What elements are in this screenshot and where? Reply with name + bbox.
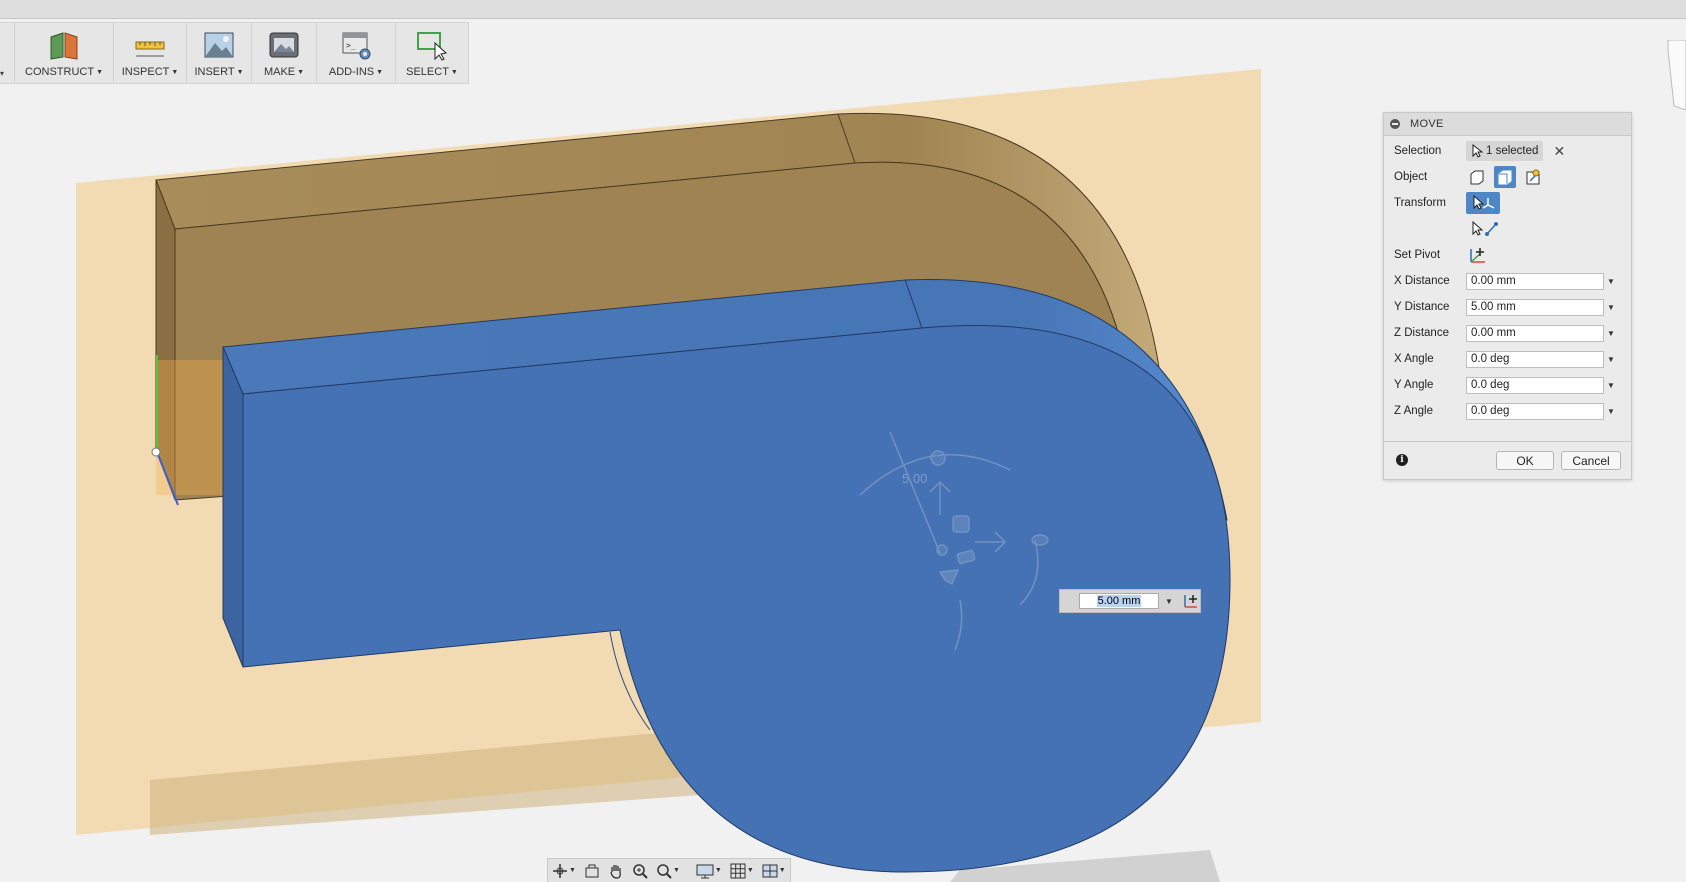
- fit-menu[interactable]: ▼: [656, 863, 680, 879]
- pan-button[interactable]: [608, 863, 624, 879]
- image-icon: [204, 32, 234, 58]
- grid-settings-menu[interactable]: ▼: [730, 863, 754, 879]
- select-menu[interactable]: SELECT ▼: [396, 23, 468, 83]
- body-icon[interactable]: [1494, 166, 1516, 188]
- ribbon-toolbar: ▾ CONSTRUCT ▼ INSPECT ▼ INSERT ▼ MAKE ▼ …: [0, 22, 469, 84]
- z-distance-dropdown[interactable]: ▼: [1607, 329, 1615, 338]
- monitor-icon: [696, 864, 714, 878]
- set-pivot-icon[interactable]: [1183, 593, 1199, 609]
- floating-distance-input[interactable]: 5.00 mm: [1079, 593, 1159, 609]
- zoom-icon: [633, 863, 648, 879]
- transform-row: Transform: [1384, 192, 1631, 214]
- y-distance-dropdown[interactable]: ▼: [1607, 303, 1615, 312]
- zoom-button[interactable]: [632, 863, 648, 879]
- z-angle-row: Z Angle 0.0 deg ▼: [1384, 400, 1631, 422]
- x-angle-row: X Angle 0.0 deg ▼: [1384, 348, 1631, 370]
- look-at-button[interactable]: [584, 863, 600, 879]
- navigation-bar: ▼ ▼ ▼ ▼ ▼: [547, 858, 791, 882]
- ruler-icon: [135, 41, 165, 57]
- 3d-print-icon: [269, 32, 299, 58]
- y-angle-input[interactable]: 0.0 deg: [1466, 376, 1604, 394]
- orbit-menu[interactable]: ▼: [552, 863, 576, 879]
- z-angle-dropdown[interactable]: ▼: [1607, 407, 1615, 416]
- make-menu[interactable]: MAKE ▼: [252, 23, 317, 83]
- display-settings-menu[interactable]: ▼: [696, 863, 722, 879]
- selection-row: Selection 1 selected ✕: [1394, 141, 1566, 161]
- collapse-icon[interactable]: [1390, 119, 1400, 129]
- viewports-icon: [762, 864, 778, 877]
- x-distance-input[interactable]: 0.00 mm: [1466, 272, 1604, 290]
- cursor-icon: [1472, 144, 1483, 158]
- x-distance-dropdown[interactable]: ▼: [1607, 277, 1615, 286]
- x-angle-input[interactable]: 0.0 deg: [1466, 350, 1604, 368]
- y-angle-dropdown[interactable]: ▼: [1607, 381, 1615, 390]
- object-row: Object: [1384, 166, 1631, 188]
- set-pivot-row: Set Pivot: [1384, 244, 1631, 266]
- component-icon[interactable]: [1522, 166, 1544, 188]
- z-distance-input[interactable]: 0.00 mm: [1466, 324, 1604, 342]
- y-angle-row: Y Angle 0.0 deg ▼: [1384, 374, 1631, 396]
- floating-distance-box: 5.00 mm ▼: [1059, 589, 1201, 613]
- y-distance-input[interactable]: 5.00 mm: [1466, 298, 1604, 316]
- svg-text:>_: >_: [346, 41, 356, 50]
- dialog-footer: i OK Cancel: [1384, 441, 1631, 479]
- moved-body-left: [222, 346, 244, 668]
- move-dialog: MOVE Selection 1 selected ✕ Object Trans…: [1383, 112, 1632, 480]
- face-icon[interactable]: [1466, 166, 1488, 188]
- add-ins-menu[interactable]: >_ ADD-INS ▼: [317, 23, 396, 83]
- select-window-icon: [417, 32, 448, 61]
- z-angle-input[interactable]: 0.0 deg: [1466, 402, 1604, 420]
- look-at-icon: [585, 864, 599, 877]
- set-pivot-icon[interactable]: [1468, 246, 1488, 264]
- transform-row-2: [1384, 218, 1631, 240]
- toolbar-overflow[interactable]: ▾: [0, 23, 15, 83]
- viewports-menu[interactable]: ▼: [762, 863, 786, 879]
- construct-menu[interactable]: CONSTRUCT ▼: [15, 23, 114, 83]
- floating-distance-dropdown[interactable]: ▼: [1165, 597, 1173, 606]
- selection-chip[interactable]: 1 selected: [1466, 141, 1544, 161]
- hand-icon: [610, 864, 621, 879]
- manipulator-distance-label: 5.00: [902, 471, 927, 486]
- free-move-icon[interactable]: [1466, 192, 1500, 214]
- orbit-icon: [553, 863, 567, 878]
- move-dialog-header[interactable]: MOVE: [1384, 113, 1631, 136]
- ok-button[interactable]: OK: [1496, 451, 1554, 470]
- inspect-menu[interactable]: INSPECT ▼: [114, 23, 187, 83]
- cancel-button[interactable]: Cancel: [1561, 451, 1621, 470]
- x-angle-dropdown[interactable]: ▼: [1607, 355, 1615, 364]
- z-distance-row: Z Distance 0.00 mm ▼: [1384, 322, 1631, 344]
- insert-menu[interactable]: INSERT ▼: [187, 23, 252, 83]
- construct-plane-icon: [50, 32, 78, 60]
- info-icon[interactable]: i: [1396, 454, 1408, 466]
- dialog-title: MOVE: [1410, 118, 1444, 130]
- clear-selection-icon[interactable]: ✕: [1553, 144, 1565, 158]
- view-cube[interactable]: [1664, 40, 1686, 110]
- point-to-point-icon[interactable]: [1470, 220, 1500, 238]
- grid-icon: [730, 863, 746, 878]
- y-distance-row: Y Distance 5.00 mm ▼: [1384, 296, 1631, 318]
- scripts-icon: >_: [342, 32, 371, 60]
- x-distance-row: X Distance 0.00 mm ▼: [1384, 270, 1631, 292]
- zoom-fit-icon: [657, 863, 672, 879]
